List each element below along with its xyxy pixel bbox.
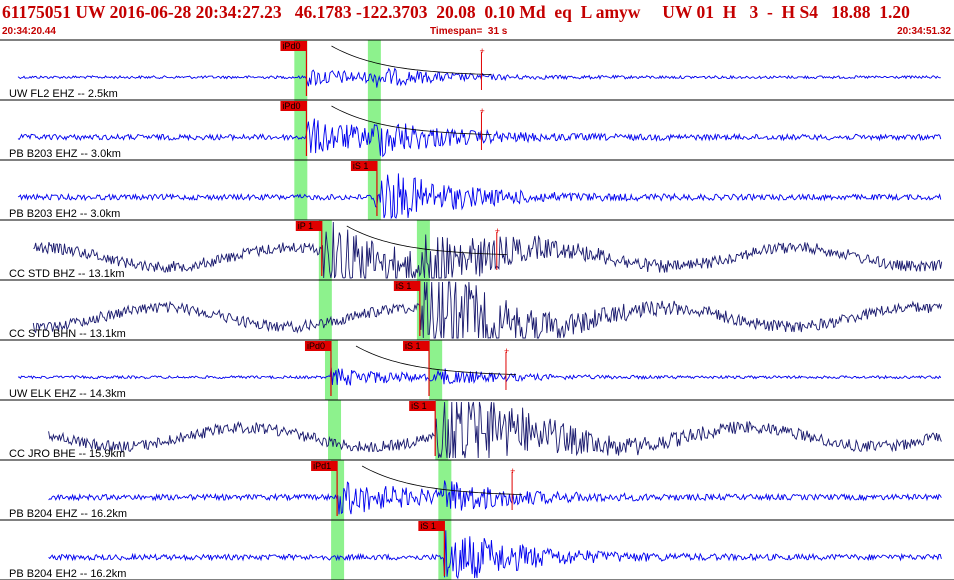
channel-label: PB B204 EHZ -- 16.2km <box>9 508 127 520</box>
seismogram-viewer: 61175051 UW 2016-06-28 20:34:27.23 46.17… <box>0 0 954 580</box>
channel-row: iS 1 PB B203 EH2 -- 3.0km <box>9 161 942 220</box>
pick-label: iPd1 <box>313 461 331 471</box>
waveform-trace <box>48 480 942 515</box>
channel-label: UW FL2 EHZ -- 2.5km <box>9 88 118 100</box>
coda-plus-marker: + <box>479 46 484 56</box>
channel-row: + iPd1 PB B204 EHZ -- 16.2km <box>9 461 942 520</box>
pick-label: iS 1 <box>353 161 369 171</box>
p-window <box>331 520 345 580</box>
coda-plus-marker: + <box>495 226 500 236</box>
channel-label: CC STD BHZ -- 13.1km <box>9 268 125 280</box>
waveform-trace <box>32 281 943 339</box>
s-window <box>367 100 381 160</box>
pick-label: iS 1 <box>411 401 427 411</box>
s-window <box>367 40 381 100</box>
channel-label: PB B203 EHZ -- 3.0km <box>9 148 121 160</box>
coda-plus-marker: + <box>510 466 515 476</box>
pick-label: iS 1 <box>396 281 412 291</box>
channel-row: + iP 1 CC STD BHZ -- 13.1km <box>9 221 943 280</box>
pick-label: iPd0 <box>282 41 300 51</box>
pick-label: iPd0 <box>282 101 300 111</box>
channel-label: CC JRO BHE -- 15.9km <box>9 448 125 460</box>
row-separators <box>0 39 954 580</box>
waveform-trace <box>17 173 942 220</box>
pick-label: iP 1 <box>298 221 313 231</box>
channel-row: iS 1 PB B204 EH2 -- 16.2km <box>9 521 942 580</box>
waveform-trace <box>48 401 942 459</box>
p-window <box>294 160 308 220</box>
p-window <box>318 280 332 340</box>
coda-plus-marker: + <box>479 106 484 116</box>
channel-label: PB B203 EH2 -- 3.0km <box>9 208 120 220</box>
seismogram-panel: + iPd0 UW FL2 EHZ -- 2.5km + iPd0 PB B203 EHZ… <box>0 39 954 580</box>
channel-row: iS 1 CC STD BHN -- 13.1km <box>9 281 943 340</box>
coda-plus-marker: + <box>504 346 509 356</box>
channel-label: UW ELK EHZ -- 14.3km <box>9 388 126 400</box>
waveform-trace <box>48 530 942 580</box>
coda-fit-curve <box>331 45 492 75</box>
channel-row: + iPd0 iS 1 UW ELK EHZ -- 14.3km <box>9 341 942 400</box>
channel-row: + iPd0 UW FL2 EHZ -- 2.5km <box>9 41 941 100</box>
channel-row: + iPd0 PB B203 EHZ -- 3.0km <box>9 101 942 160</box>
channel-row: iS 1 CC JRO BHE -- 15.9km <box>9 401 942 460</box>
channel-label: PB B204 EH2 -- 16.2km <box>9 568 126 580</box>
p-window <box>328 400 342 460</box>
pick-label: iS 1 <box>420 521 436 531</box>
waveform-trace <box>17 118 942 158</box>
waveform-trace <box>33 221 943 279</box>
channel-label: CC STD BHN -- 13.1km <box>9 328 126 340</box>
pick-label: iS 1 <box>405 341 421 351</box>
pick-label: iPd0 <box>307 341 325 351</box>
waveform-trace <box>17 367 942 386</box>
waveform-trace <box>17 67 941 88</box>
